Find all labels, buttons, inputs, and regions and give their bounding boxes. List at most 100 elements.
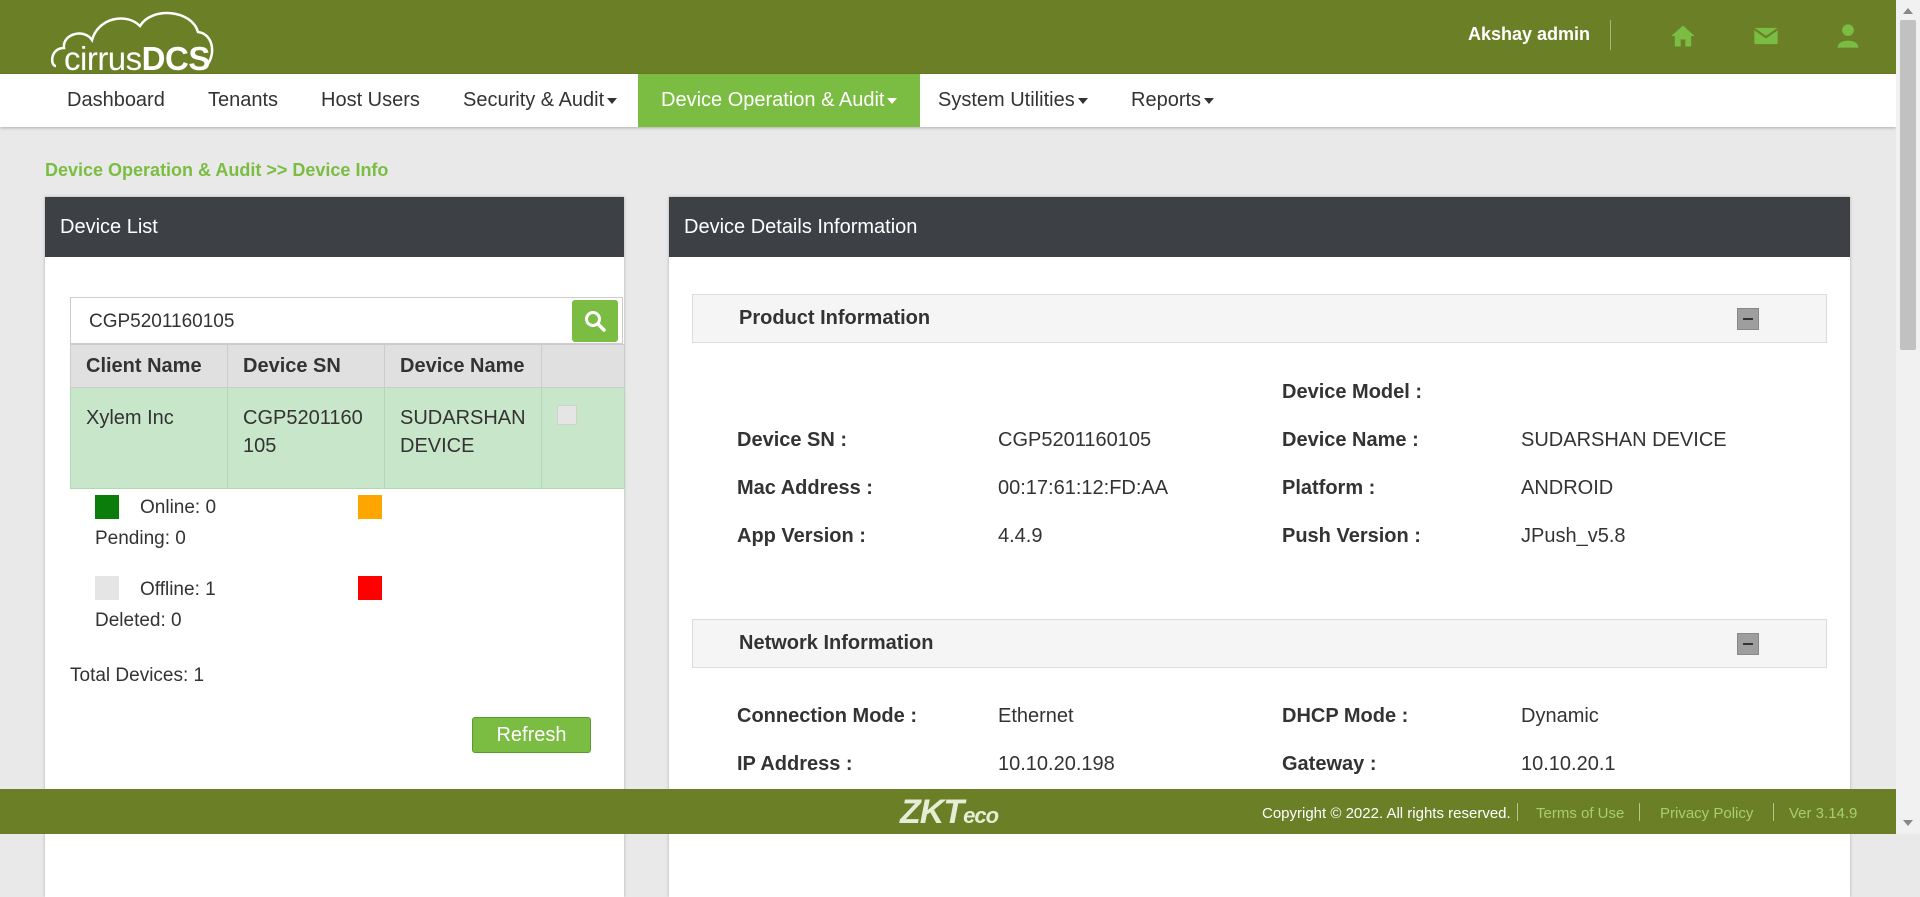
user-icon[interactable] — [1834, 22, 1862, 50]
cell-device-sn[interactable]: CGP5201160 105 — [227, 387, 385, 489]
nav-reports-label: Reports — [1131, 89, 1202, 111]
column-header-select — [541, 344, 625, 388]
version-text: Ver 3.14.9 — [1789, 805, 1858, 822]
push-version-value: JPush_v5.8 — [1521, 525, 1626, 547]
column-header-device-name[interactable]: Device Name — [384, 344, 542, 388]
deleted-count: Deleted: 0 — [95, 610, 182, 631]
nav-tenants-label: Tenants — [208, 89, 279, 111]
pending-status-swatch — [358, 495, 382, 519]
table-header-row: Client Name Device SN Device Name — [70, 344, 625, 388]
cell-select — [541, 387, 625, 489]
device-sn-label: Device SN : — [737, 429, 848, 451]
cell-device-sn-line2: 105 — [243, 435, 277, 457]
top-header: cirrusDCS Akshay admin — [0, 0, 1896, 77]
scroll-up-arrow-icon[interactable] — [1903, 8, 1913, 14]
offline-count: Offline: 1 — [140, 579, 216, 600]
gateway-label: Gateway : — [1282, 753, 1377, 775]
device-search-box — [70, 297, 623, 345]
logo-text-part2: DCS — [141, 40, 211, 77]
logo-text: cirrusDCS — [64, 40, 210, 78]
device-name-value: SUDARSHAN DEVICE — [1521, 429, 1727, 451]
nav-host-users[interactable]: Host Users — [302, 74, 439, 127]
column-header-device-sn[interactable]: Device SN — [227, 344, 385, 388]
dhcp-mode-label: DHCP Mode : — [1282, 705, 1409, 727]
scrollbar-thumb[interactable] — [1900, 20, 1916, 350]
network-info-header[interactable]: Network Information — [692, 619, 1827, 668]
device-list-title: Device List — [45, 197, 624, 257]
refresh-button[interactable]: Refresh — [472, 717, 591, 753]
chevron-down-icon — [1077, 97, 1088, 104]
chevron-down-icon — [607, 97, 618, 104]
app-version-value: 4.4.9 — [998, 525, 1043, 547]
device-search-input[interactable] — [71, 298, 571, 345]
platform-label: Platform : — [1282, 477, 1376, 499]
page-scrollbar[interactable] — [1896, 0, 1920, 834]
terms-of-use-link[interactable]: Terms of Use — [1536, 805, 1624, 822]
nav-system-utilities-label: System Utilities — [938, 89, 1075, 111]
envelope-icon[interactable] — [1752, 22, 1780, 50]
zkteco-logo: ZKTeco — [900, 793, 999, 832]
footer-divider — [1773, 803, 1774, 821]
chevron-down-icon — [1204, 97, 1215, 104]
mac-address-label: Mac Address : — [737, 477, 873, 499]
nav-host-users-label: Host Users — [321, 89, 420, 111]
nav-tenants[interactable]: Tenants — [189, 74, 297, 127]
footer-divider — [1517, 803, 1518, 821]
main-navbar: Dashboard Tenants Host Users Security & … — [0, 74, 1896, 127]
connection-mode-value: Ethernet — [998, 705, 1074, 727]
footer-divider — [1639, 803, 1640, 821]
row-checkbox[interactable] — [557, 405, 577, 425]
online-count: Online: 0 — [140, 497, 217, 518]
product-info-title: Product Information — [739, 307, 931, 329]
nav-system-utilities[interactable]: System Utilities — [919, 74, 1107, 127]
device-details-title: Device Details Information — [669, 197, 1850, 257]
device-name-label: Device Name : — [1282, 429, 1419, 451]
pending-count: Pending: 0 — [95, 528, 186, 549]
network-info-title: Network Information — [739, 632, 934, 654]
app-version-label: App Version : — [737, 525, 866, 547]
online-status-swatch — [95, 495, 119, 519]
connection-mode-label: Connection Mode : — [737, 705, 917, 727]
nav-reports[interactable]: Reports — [1112, 74, 1233, 127]
search-icon — [585, 311, 606, 332]
collapse-network-button[interactable] — [1737, 633, 1759, 655]
total-devices: Total Devices: 1 — [70, 665, 205, 686]
cell-device-name-line1: SUDARSHAN — [400, 407, 526, 429]
device-model-label: Device Model : — [1282, 381, 1423, 403]
nav-security-audit[interactable]: Security & Audit — [444, 74, 636, 127]
column-header-client-name[interactable]: Client Name — [70, 344, 228, 388]
offline-status-swatch — [95, 576, 119, 600]
ip-address-value: 10.10.20.198 — [998, 753, 1115, 775]
logo-text-part1: cirrus — [64, 40, 142, 77]
nav-dashboard-label: Dashboard — [67, 89, 165, 111]
zkteco-logo-sub: eco — [963, 803, 999, 828]
search-button[interactable] — [572, 300, 618, 342]
breadcrumb: Device Operation & Audit >> Device Info — [45, 160, 389, 180]
header-divider — [1610, 20, 1611, 50]
chevron-down-icon — [887, 97, 898, 104]
nav-dashboard[interactable]: Dashboard — [47, 74, 185, 127]
scroll-down-arrow-icon[interactable] — [1903, 820, 1913, 826]
nav-device-operation-audit-label: Device Operation & Audit — [661, 89, 885, 111]
product-info-header[interactable]: Product Information — [692, 294, 1827, 343]
cell-device-name[interactable]: SUDARSHAN DEVICE — [384, 387, 542, 489]
nav-device-operation-audit[interactable]: Device Operation & Audit — [638, 74, 921, 127]
home-icon[interactable] — [1669, 22, 1697, 50]
nav-security-audit-label: Security & Audit — [463, 89, 605, 111]
table-row[interactable]: Xylem Inc CGP5201160 105 SUDARSHAN DEVICE — [70, 387, 625, 489]
device-sn-value: CGP5201160105 — [998, 429, 1152, 451]
copyright-text: Copyright © 2022. All rights reserved. — [1262, 805, 1511, 822]
ip-address-label: IP Address : — [737, 753, 853, 775]
page-footer: ZKTeco Copyright © 2022. All rights rese… — [0, 789, 1896, 834]
push-version-label: Push Version : — [1282, 525, 1421, 547]
privacy-policy-link[interactable]: Privacy Policy — [1660, 805, 1753, 822]
deleted-status-swatch — [358, 576, 382, 600]
cell-device-sn-line1: CGP5201160 — [243, 407, 363, 429]
dhcp-mode-value: Dynamic — [1521, 705, 1599, 727]
mac-address-value: 00:17:61:12:FD:AA — [998, 477, 1169, 499]
user-name[interactable]: Akshay admin — [1468, 24, 1590, 45]
gateway-value: 10.10.20.1 — [1521, 753, 1616, 775]
cell-client-name[interactable]: Xylem Inc — [70, 387, 228, 489]
cell-device-name-line2: DEVICE — [400, 435, 475, 457]
collapse-product-button[interactable] — [1737, 308, 1759, 330]
